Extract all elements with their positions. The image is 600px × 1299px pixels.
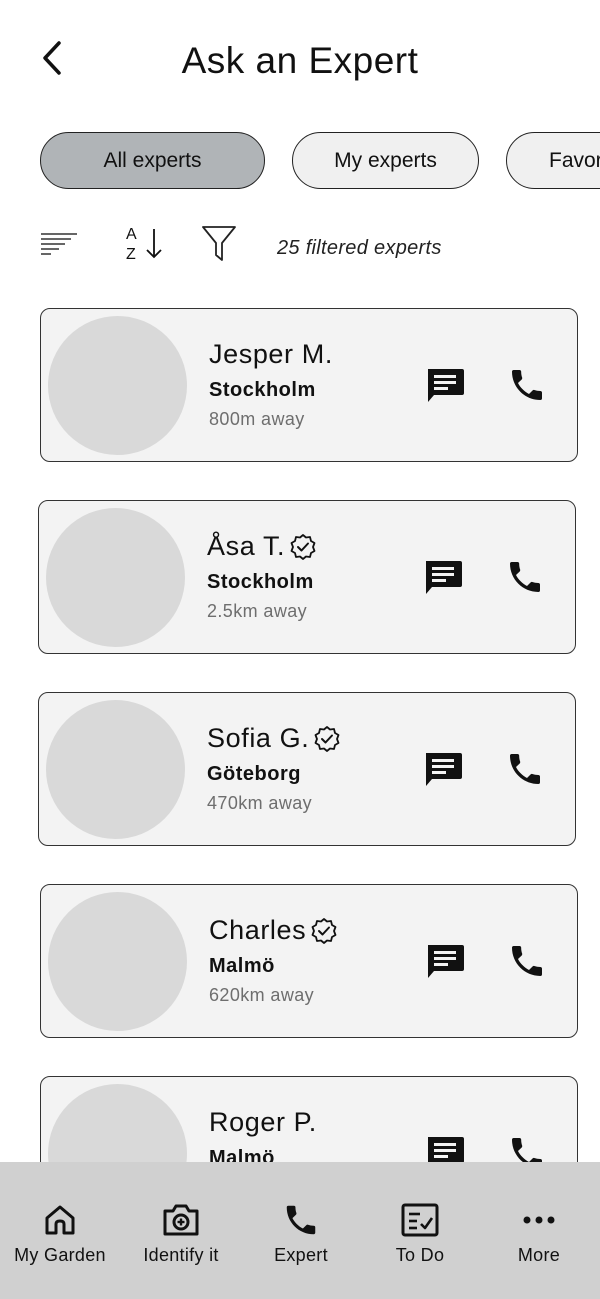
expert-tabs: All experts My experts Favorites	[40, 132, 600, 190]
expert-distance: 470km away	[207, 793, 313, 813]
tab-all-experts[interactable]: All experts	[40, 132, 265, 189]
sort-button[interactable]	[34, 220, 84, 266]
expert-city: Göteborg	[207, 763, 301, 785]
message-button[interactable]	[421, 1129, 469, 1162]
more-dots-icon	[523, 1216, 555, 1224]
sort-az-button[interactable]: A Z	[116, 220, 170, 266]
avatar	[48, 1084, 187, 1162]
nav-to-do[interactable]: To Do	[360, 1162, 480, 1299]
expert-city: Malmö	[209, 955, 275, 977]
call-button[interactable]	[501, 745, 549, 793]
tab-my-experts[interactable]: My experts	[292, 132, 479, 189]
expert-card[interactable]: Jesper M. Stockholm 800m away	[40, 308, 578, 462]
tab-favorites[interactable]: Favorites	[506, 132, 600, 189]
nav-identify-it[interactable]: Identify it	[121, 1162, 241, 1299]
expert-name: Roger P.	[209, 1107, 317, 1137]
message-button[interactable]	[419, 745, 467, 793]
expert-name: Åsa T.	[207, 531, 286, 561]
bottom-nav: My Garden Identify it Expert To Do More	[0, 1162, 600, 1299]
nav-label: My Garden	[14, 1245, 106, 1265]
verified-badge-icon	[290, 533, 316, 560]
expert-city: Malmö	[209, 1147, 275, 1162]
expert-name-row: Jesper M.	[209, 339, 333, 370]
expert-name: Charles	[209, 915, 307, 945]
verified-badge-icon	[314, 725, 340, 752]
expert-card[interactable]: Sofia G. Göteborg 470km away	[38, 692, 576, 846]
chat-icon	[426, 561, 462, 594]
expert-distance: 800m away	[209, 409, 305, 429]
avatar	[48, 316, 187, 455]
expert-name-row: Sofia G.	[207, 723, 341, 754]
expert-card[interactable]: Charles Malmö 620km away	[40, 884, 578, 1038]
phone-icon	[510, 754, 540, 784]
phone-icon	[510, 562, 540, 592]
phone-icon	[286, 1205, 316, 1235]
nav-label: Expert	[274, 1245, 328, 1265]
expert-city: Stockholm	[207, 571, 314, 593]
call-button[interactable]	[503, 937, 551, 985]
list-toolbar: A Z 25 filtered experts	[0, 220, 600, 270]
expert-name: Jesper M.	[209, 339, 333, 369]
camera-icon	[163, 1204, 199, 1236]
avatar	[48, 892, 187, 1031]
expert-name-row: Roger P.	[209, 1107, 317, 1138]
expert-card[interactable]: Åsa T. Stockholm 2.5km away	[38, 500, 576, 654]
phone-icon	[512, 1138, 542, 1162]
nav-label: Identify it	[143, 1245, 219, 1265]
avatar	[46, 508, 185, 647]
message-button[interactable]	[421, 937, 469, 985]
expert-distance: 2.5km away	[207, 601, 308, 621]
phone-icon	[512, 370, 542, 400]
chat-icon	[428, 369, 464, 402]
az-bottom-letter: Z	[126, 246, 136, 263]
header: Ask an Expert	[0, 0, 600, 120]
expert-name: Sofia G.	[207, 723, 310, 753]
expert-card[interactable]: Roger P. Malmö	[40, 1076, 578, 1162]
call-button[interactable]	[503, 361, 551, 409]
verified-badge-icon	[311, 917, 337, 944]
az-top-letter: A	[126, 226, 137, 243]
message-button[interactable]	[419, 553, 467, 601]
expert-city: Stockholm	[209, 379, 316, 401]
message-button[interactable]	[421, 361, 469, 409]
expert-list: Jesper M. Stockholm 800m away Åsa T. Sto…	[0, 300, 600, 1162]
nav-label: To Do	[395, 1245, 445, 1265]
chat-icon	[428, 1137, 464, 1162]
call-button[interactable]	[501, 553, 549, 601]
chat-icon	[426, 753, 462, 786]
expert-name-row: Charles	[209, 915, 338, 946]
filter-count-text: 25 filtered experts	[277, 237, 442, 259]
checklist-icon	[401, 1203, 439, 1237]
chat-icon	[428, 945, 464, 978]
expert-name-row: Åsa T.	[207, 531, 317, 562]
home-icon	[45, 1205, 75, 1235]
nav-my-garden[interactable]: My Garden	[0, 1162, 120, 1299]
filter-button[interactable]	[196, 220, 242, 266]
sort-lines-icon	[41, 233, 77, 255]
nav-more[interactable]: More	[479, 1162, 599, 1299]
nav-expert[interactable]: Expert	[241, 1162, 361, 1299]
expert-distance: 620km away	[209, 985, 315, 1005]
nav-label: More	[517, 1245, 561, 1265]
avatar	[46, 700, 185, 839]
sort-az-icon: A Z	[126, 226, 162, 263]
page-title: Ask an Expert	[181, 40, 419, 81]
funnel-icon	[202, 226, 236, 261]
call-button[interactable]	[503, 1129, 551, 1162]
phone-icon	[512, 946, 542, 976]
